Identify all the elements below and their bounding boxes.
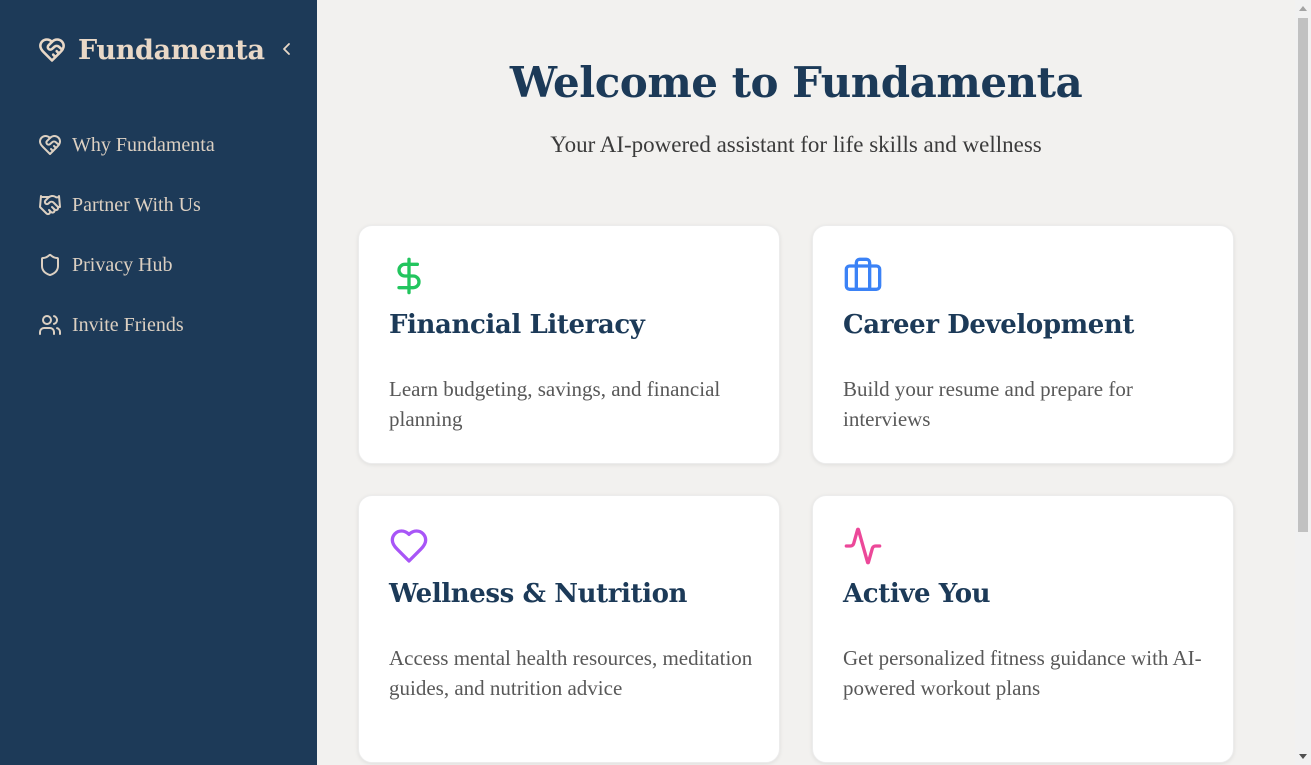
card-active-you[interactable]: Active You Get personalized fitness guid…	[812, 495, 1234, 763]
brand[interactable]: Fundamenta	[38, 30, 265, 70]
main-content: Welcome to Fundamenta Your AI-powered as…	[317, 0, 1295, 765]
scroll-down-arrow-icon[interactable]	[1299, 754, 1307, 759]
card-description: Access mental health resources, meditati…	[389, 646, 753, 700]
heart-handshake-icon	[39, 38, 65, 62]
page-subtitle: Your AI-powered assistant for life skill…	[550, 132, 1042, 157]
handshake-icon	[39, 195, 61, 216]
sidebar-item-label: Partner With Us	[72, 193, 201, 216]
sidebar-item-label: Invite Friends	[72, 313, 184, 336]
card-career-development[interactable]: Career Development Build your resume and…	[812, 225, 1234, 464]
activity-icon	[844, 527, 882, 565]
card-title: Financial Literacy	[389, 310, 645, 340]
card-financial-literacy[interactable]: Financial Literacy Learn budgeting, savi…	[358, 225, 780, 464]
card-description: Get personalized fitness guidance with A…	[843, 646, 1202, 700]
sidebar-item-invite-friends[interactable]: Invite Friends	[38, 306, 298, 344]
collapse-sidebar-button[interactable]	[278, 38, 296, 60]
card-wellness-nutrition[interactable]: Wellness & Nutrition Access mental healt…	[358, 495, 780, 763]
sidebar-nav: Why Fundamenta Partner With Us Privacy H…	[38, 126, 298, 366]
brand-name: Fundamenta	[78, 34, 265, 66]
chevron-left-icon	[283, 43, 290, 55]
scrollbar-thumb[interactable]	[1298, 18, 1308, 532]
sidebar-item-label: Why Fundamenta	[72, 133, 215, 156]
shield-icon	[41, 254, 59, 277]
card-title: Career Development	[843, 310, 1134, 340]
scroll-up-arrow-icon[interactable]	[1299, 6, 1307, 11]
sidebar-item-partner-with-us[interactable]: Partner With Us	[38, 186, 298, 224]
card-description: Learn budgeting, savings, and financial …	[389, 377, 721, 431]
dollar-icon	[397, 257, 421, 295]
heart-icon	[390, 529, 428, 563]
page-title: Welcome to Fundamenta	[509, 58, 1083, 107]
heart-handshake-icon	[39, 135, 61, 155]
users-icon	[39, 315, 61, 335]
card-title: Wellness & Nutrition	[389, 579, 688, 609]
sidebar: Fundamenta Why Fundamenta Partner With U…	[0, 0, 317, 765]
vertical-scrollbar[interactable]	[1295, 0, 1311, 765]
sidebar-item-privacy-hub[interactable]: Privacy Hub	[38, 246, 298, 284]
card-description: Build your resume and prepare for interv…	[843, 377, 1133, 431]
card-title: Active You	[843, 579, 991, 609]
briefcase-icon	[844, 257, 882, 291]
sidebar-item-label: Privacy Hub	[72, 253, 173, 276]
sidebar-item-why-fundamenta[interactable]: Why Fundamenta	[38, 126, 298, 164]
